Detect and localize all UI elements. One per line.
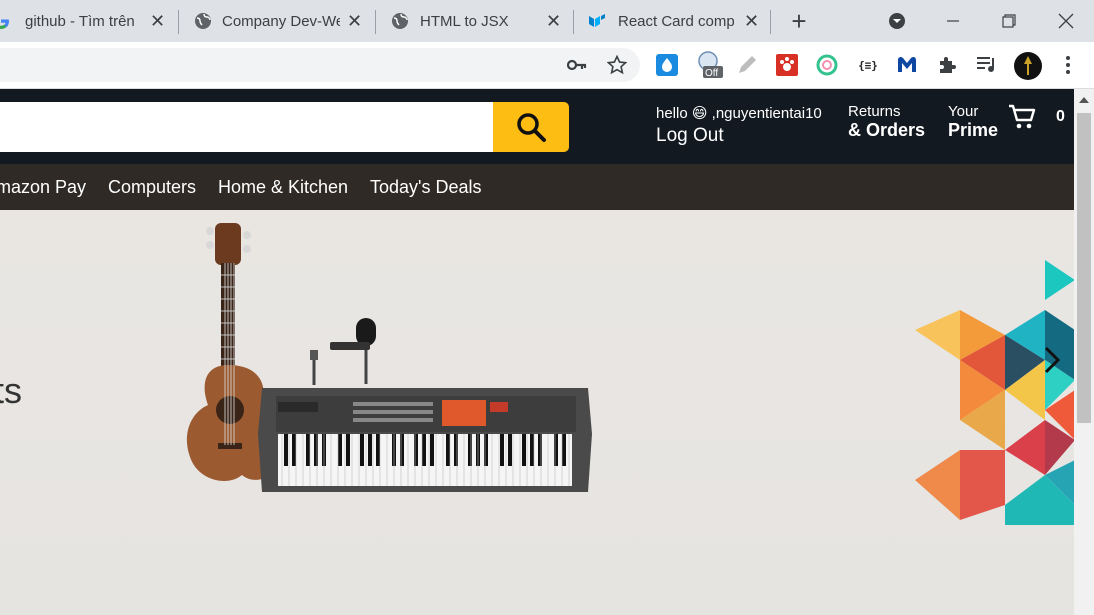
- category-nav: mazon Pay Computers Home & Kitchen Today…: [0, 164, 1074, 210]
- nav-item-computers[interactable]: Computers: [108, 177, 196, 198]
- extensions-puzzle-icon[interactable]: [935, 53, 959, 77]
- tab-title: HTML to JSX: [420, 12, 509, 30]
- globe-icon: [195, 13, 211, 29]
- browser-tab-strip: github - Tìm trên ✕ Company Dev-We ✕ HTM…: [0, 0, 1094, 42]
- browser-toolbar: Off {≡}: [0, 42, 1094, 89]
- more-menu-icon[interactable]: [1056, 53, 1080, 77]
- prime-label: Prime: [948, 120, 999, 140]
- material-ui-icon: [589, 14, 605, 27]
- search-icon: [517, 113, 546, 142]
- microphone-image: [310, 318, 376, 385]
- tab-title: React Card compo: [618, 12, 734, 30]
- tab-search-button[interactable]: [882, 6, 912, 36]
- address-bar[interactable]: [0, 48, 640, 82]
- extension-off-badge: Off: [705, 68, 719, 79]
- paw-extension-icon[interactable]: [775, 53, 799, 77]
- chevron-right-icon: [1044, 346, 1061, 374]
- site-header: hello 😄 ,nguyentientai10 Log Out Returns…: [0, 89, 1074, 164]
- cart-count: 0: [1056, 108, 1065, 125]
- password-key-icon[interactable]: [565, 53, 589, 77]
- search-input[interactable]: [0, 102, 493, 152]
- cart-button[interactable]: 0: [1008, 103, 1065, 131]
- google-icon: [0, 19, 9, 29]
- geometric-decoration-image: [915, 260, 1074, 525]
- nav-item-amazon-pay[interactable]: mazon Pay: [0, 177, 86, 198]
- scroll-up-arrow-icon: [1079, 97, 1089, 103]
- scroll-up-button[interactable]: [1074, 89, 1094, 111]
- your-label: Your: [948, 103, 979, 120]
- globe-icon: [392, 13, 408, 29]
- tab-separator: [770, 10, 771, 34]
- returns-orders-option[interactable]: Returns & Orders: [848, 103, 925, 141]
- water-drop-extension-icon[interactable]: [655, 53, 679, 77]
- restore-button[interactable]: [994, 6, 1024, 36]
- carousel-next-button[interactable]: [1040, 345, 1064, 380]
- search-button[interactable]: [493, 102, 569, 152]
- close-window-button[interactable]: [1051, 6, 1081, 36]
- minimize-button[interactable]: [938, 6, 968, 36]
- chevron-down-icon: [889, 13, 905, 29]
- browser-tab-github[interactable]: github - Tìm trên ✕: [0, 0, 178, 42]
- close-icon[interactable]: ✕: [744, 11, 759, 32]
- hero-banner: ts: [0, 210, 1074, 615]
- tab-title: github - Tìm trên: [25, 12, 135, 30]
- minimize-icon: [947, 20, 959, 22]
- scroll-thumb[interactable]: [1077, 113, 1091, 423]
- off-toggle-extension-icon[interactable]: Off: [697, 51, 725, 79]
- hero-partial-text: ts: [0, 370, 23, 411]
- media-queue-icon[interactable]: [975, 53, 999, 77]
- close-icon[interactable]: ✕: [546, 11, 561, 32]
- pencil-extension-icon[interactable]: [735, 53, 759, 77]
- nav-item-home-kitchen[interactable]: Home & Kitchen: [218, 177, 348, 198]
- account-option[interactable]: hello 😄 ,nguyentientai10 Log Out: [656, 104, 822, 147]
- close-icon[interactable]: ✕: [150, 11, 165, 32]
- new-tab-button[interactable]: +: [786, 6, 812, 36]
- json-formatter-extension-icon[interactable]: {≡}: [855, 53, 881, 77]
- user-greeting: hello 😄 ,nguyentientai10: [656, 105, 822, 122]
- malwarebytes-extension-icon[interactable]: [895, 53, 919, 77]
- close-icon: [1058, 13, 1074, 29]
- tab-title: Company Dev-We: [222, 12, 340, 30]
- browser-tab-html-to-jsx[interactable]: HTML to JSX ✕: [376, 0, 572, 42]
- nav-item-todays-deals[interactable]: Today's Deals: [370, 177, 482, 198]
- profile-avatar[interactable]: [1013, 51, 1043, 81]
- bookmark-star-icon[interactable]: [605, 53, 629, 77]
- close-icon[interactable]: ✕: [347, 11, 362, 32]
- color-ring-extension-icon[interactable]: [815, 53, 839, 77]
- shopping-cart-icon: [1009, 104, 1036, 129]
- keyboard-image: [258, 388, 592, 492]
- browser-tab-react-card[interactable]: React Card compo ✕: [574, 0, 770, 42]
- orders-label: & Orders: [848, 120, 926, 140]
- prime-option[interactable]: Your Prime: [948, 103, 998, 141]
- logout-link[interactable]: Log Out: [656, 125, 822, 147]
- browser-tab-company-dev[interactable]: Company Dev-We ✕: [179, 0, 375, 42]
- page-scrollbar[interactable]: [1074, 89, 1094, 615]
- returns-label: Returns: [848, 103, 901, 120]
- restore-icon: [1002, 14, 1016, 28]
